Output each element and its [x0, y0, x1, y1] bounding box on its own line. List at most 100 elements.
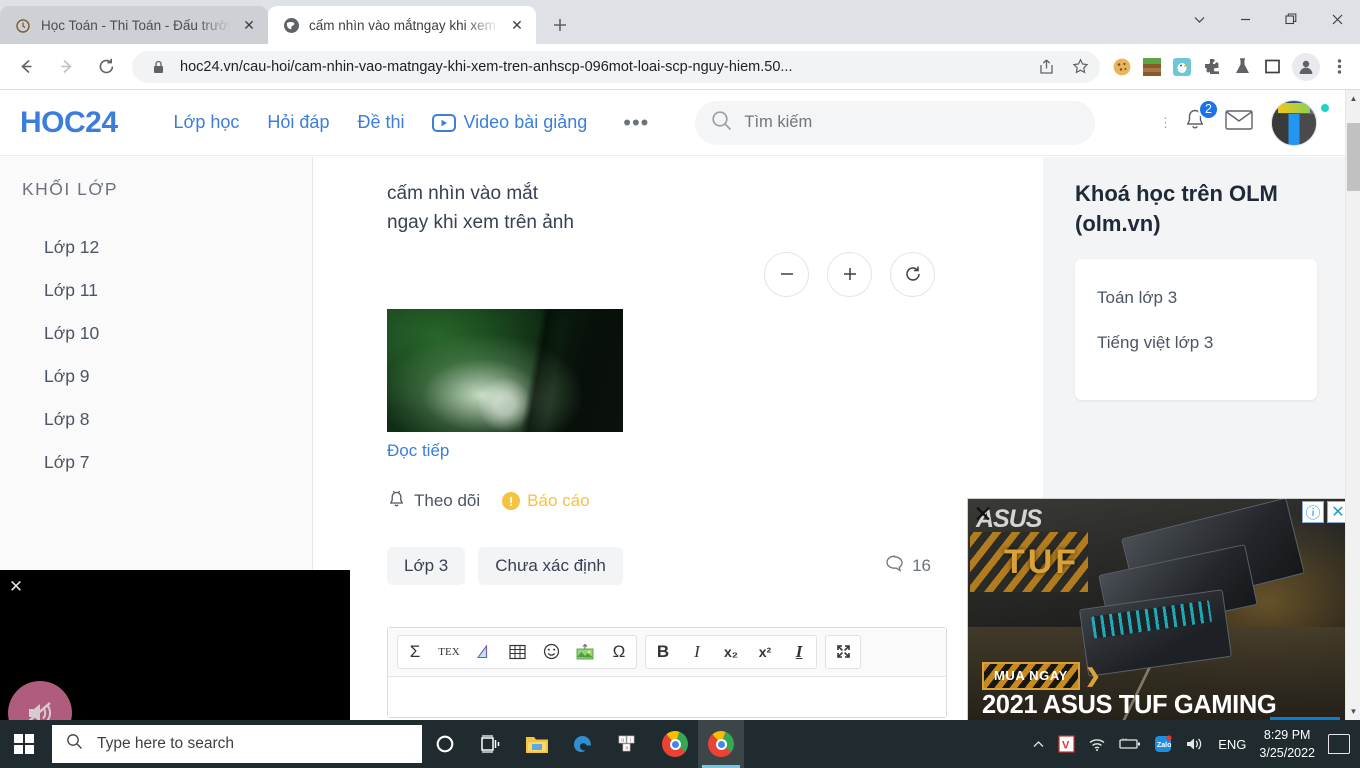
- course-item-toan-lop-3[interactable]: Toán lớp 3: [1097, 285, 1295, 311]
- fullscreen-icon[interactable]: [826, 636, 860, 668]
- messages-button[interactable]: [1225, 109, 1253, 136]
- nav-item-lop-hoc[interactable]: Lớp học: [174, 112, 240, 133]
- asus-cta-box[interactable]: MUA NGAY: [982, 662, 1080, 690]
- sidebar-item-lop-8[interactable]: Lớp 8: [22, 398, 312, 441]
- windows-logo-icon[interactable]: [0, 720, 48, 768]
- superscript-icon[interactable]: x²: [748, 636, 782, 668]
- sidebar-item-lop-9[interactable]: Lớp 9: [22, 355, 312, 398]
- zoom-out-button[interactable]: [764, 251, 809, 297]
- clear-format-icon[interactable]: I: [782, 636, 816, 668]
- zalo-icon[interactable]: Zalo: [1154, 735, 1172, 753]
- scrollbar-thumb[interactable]: [1347, 123, 1360, 191]
- taskbar-search[interactable]: Type here to search: [52, 725, 422, 763]
- report-button[interactable]: ! Báo cáo: [502, 491, 590, 511]
- tag-chua-xac-dinh[interactable]: Chưa xác định: [478, 546, 623, 585]
- close-button[interactable]: [1314, 0, 1360, 38]
- share-icon[interactable]: [1034, 55, 1058, 79]
- zoom-in-button[interactable]: [827, 251, 872, 297]
- browser-tab-2[interactable]: cấm nhìn vào mắtngay khi xem tr ✕: [268, 6, 536, 44]
- header-more-icon[interactable]: ⋮: [1159, 116, 1172, 129]
- scroll-up-arrow-icon[interactable]: ▲: [1346, 90, 1360, 107]
- asus-cta[interactable]: MUA NGAY ❯: [982, 662, 1101, 690]
- search-input[interactable]: [744, 113, 1080, 132]
- cookie-extension-icon[interactable]: [1108, 53, 1136, 81]
- tag-lop-3[interactable]: Lớp 3: [387, 546, 466, 585]
- unikey-icon[interactable]: u i n: [606, 720, 652, 768]
- browser-tab-1[interactable]: Học Toán - Thi Toán - Đấu trường ✕: [0, 6, 268, 44]
- reload-button[interactable]: [89, 50, 123, 84]
- site-logo[interactable]: HOC24: [20, 106, 118, 140]
- avatar[interactable]: [1271, 99, 1317, 146]
- subscript-icon[interactable]: x₂: [714, 636, 748, 668]
- taskbar-clock[interactable]: 8:29 PM 3/25/2022: [1259, 726, 1315, 762]
- page-scrollbar[interactable]: ▲ ▼: [1345, 90, 1360, 720]
- avatar-banner: [1278, 102, 1310, 113]
- notifications-button[interactable]: 2: [1183, 98, 1219, 138]
- browser-tab-1-close-icon[interactable]: ✕: [240, 16, 258, 34]
- nav-item-hoi-dap[interactable]: Hỏi đáp: [267, 112, 329, 133]
- battery-icon[interactable]: [1119, 737, 1141, 751]
- scroll-down-arrow-icon[interactable]: ▼: [1346, 703, 1360, 720]
- three-dots-vertical-icon[interactable]: [1326, 53, 1352, 81]
- flask-labs-icon[interactable]: [1228, 53, 1256, 81]
- minimize-button[interactable]: [1222, 0, 1268, 38]
- toucan-extension-icon[interactable]: [1168, 53, 1196, 81]
- read-more-link[interactable]: Đọc tiếp: [387, 441, 449, 461]
- volume-icon[interactable]: [1185, 736, 1205, 752]
- geometry-icon[interactable]: [466, 636, 500, 668]
- sidebar-item-lop-10[interactable]: Lớp 10: [22, 312, 312, 355]
- bold-icon[interactable]: B: [646, 636, 680, 668]
- language-indicator[interactable]: ENG: [1218, 737, 1246, 752]
- omega-symbol-icon[interactable]: Ω: [602, 636, 636, 668]
- task-view-icon[interactable]: [468, 720, 514, 768]
- taskbar-search-placeholder: Type here to search: [97, 735, 234, 752]
- browser-tab-2-close-icon[interactable]: ✕: [508, 16, 526, 34]
- question-image[interactable]: [387, 308, 623, 432]
- cortana-icon[interactable]: [422, 720, 468, 768]
- youtube-play-icon: [432, 113, 457, 132]
- muted-speaker-icon[interactable]: [8, 681, 72, 720]
- edge-icon[interactable]: [560, 720, 606, 768]
- sidepanel-icon[interactable]: [1258, 53, 1286, 81]
- back-button[interactable]: [9, 50, 43, 84]
- italic-icon[interactable]: I: [680, 636, 714, 668]
- emoji-icon[interactable]: [534, 636, 568, 668]
- maximize-button[interactable]: [1268, 0, 1314, 38]
- profile-avatar-button[interactable]: [1292, 52, 1320, 81]
- star-icon[interactable]: [1068, 55, 1092, 79]
- zoom-reset-button[interactable]: [890, 251, 935, 297]
- glia-video-player[interactable]: ✕: [0, 570, 350, 720]
- puzzle-extensions-icon[interactable]: [1198, 53, 1226, 81]
- sidebar-item-lop-7[interactable]: Lớp 7: [22, 441, 312, 484]
- minecraft-extension-icon[interactable]: [1138, 53, 1166, 81]
- unikey-tray-icon[interactable]: V: [1058, 735, 1075, 753]
- ad-info-icon[interactable]: ⓘ: [1302, 501, 1324, 523]
- file-explorer-icon[interactable]: [514, 720, 560, 768]
- insert-image-icon[interactable]: [568, 636, 602, 668]
- wifi-icon[interactable]: [1088, 737, 1106, 752]
- sidebar-item-lop-12[interactable]: Lớp 12: [22, 226, 312, 269]
- show-hidden-icons-icon[interactable]: [1032, 738, 1045, 751]
- sidebar-item-lop-11[interactable]: Lớp 11: [22, 269, 312, 312]
- chrome-beta-icon[interactable]: [698, 720, 744, 768]
- comment-editor-input[interactable]: [388, 676, 946, 717]
- forward-button[interactable]: [49, 50, 83, 84]
- sigma-formula-icon[interactable]: Σ: [398, 636, 432, 668]
- glia-close-icon[interactable]: ✕: [5, 576, 27, 598]
- site-main-nav: Lớp học Hỏi đáp Đề thi Video bài giảng •…: [174, 110, 650, 136]
- new-tab-button[interactable]: [544, 9, 576, 41]
- site-search[interactable]: [695, 100, 1096, 145]
- chevron-down-icon[interactable]: [1176, 0, 1222, 38]
- notification-icon[interactable]: [1328, 734, 1350, 754]
- nav-item-de-thi[interactable]: Đề thi: [357, 112, 404, 133]
- address-bar[interactable]: hoc24.vn/cau-hoi/cam-nhin-vao-matngay-kh…: [132, 50, 1100, 83]
- table-icon[interactable]: [500, 636, 534, 668]
- follow-button[interactable]: Theo dõi: [387, 489, 480, 514]
- ad-overlay-close-icon[interactable]: ✕: [970, 501, 996, 527]
- course-item-tieng-viet-lop-3[interactable]: Tiếng việt lớp 3: [1097, 330, 1295, 356]
- nav-item-video-bai-giang[interactable]: Video bài giảng: [432, 112, 587, 133]
- nav-more-icon[interactable]: •••: [623, 110, 649, 136]
- chrome-icon[interactable]: [652, 720, 698, 768]
- asus-banner-ad[interactable]: TUF ASUS MUA NGAY ❯ 2021 ASUS TUF GAMING…: [967, 498, 1353, 720]
- tex-icon[interactable]: TEX: [432, 636, 466, 668]
